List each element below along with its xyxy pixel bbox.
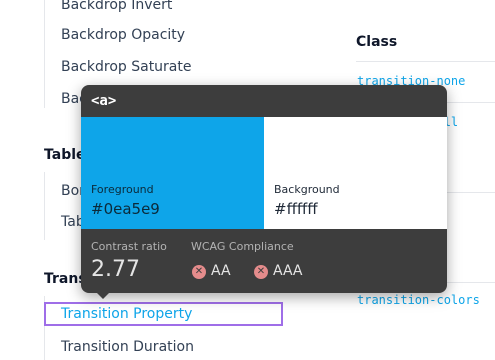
contrast-tooltip: <a> Foreground #0ea5e9 Background #fffff… [81,85,447,293]
foreground-label: Foreground [91,183,154,196]
background-value: #ffffff [274,200,318,218]
wcag-aaa-label: AAA [273,263,303,279]
wcag-aa-badge: ✕ AA [192,263,231,279]
contrast-ratio-label: Contrast ratio [91,240,167,253]
column-header-class: Class [356,34,398,50]
sidebar-item-backdrop-saturate[interactable]: Backdrop Saturate [61,59,192,75]
contrast-ratio-value: 2.77 [91,257,140,282]
element-tag: <a> [91,93,117,109]
foreground-value: #0ea5e9 [91,200,160,218]
nav-group-tables [44,172,45,240]
docs-page: Backdrop Invert Backdrop Opacity Backdro… [0,0,495,360]
wcag-aaa-badge: ✕ AAA [254,263,303,279]
sidebar-item-transition-property[interactable]: Transition Property [61,306,192,322]
foreground-swatch: Foreground #0ea5e9 [81,117,264,229]
wcag-compliance-label: WCAG Compliance [191,240,294,253]
table-divider [356,61,495,62]
table-cell-class: transition-colors [357,293,480,307]
background-swatch: Background #ffffff [264,117,447,229]
sidebar-item-backdrop-opacity[interactable]: Backdrop Opacity [61,27,185,43]
fail-icon: ✕ [254,265,268,279]
background-label: Background [274,183,340,196]
tooltip-pointer [96,292,110,299]
nav-group-backdrop [44,0,45,108]
wcag-aa-label: AA [211,263,231,279]
sidebar-item-backdrop-invert[interactable]: Backdrop Invert [61,0,172,13]
fail-icon: ✕ [192,265,206,279]
sidebar-item-transition-duration[interactable]: Transition Duration [61,339,194,355]
